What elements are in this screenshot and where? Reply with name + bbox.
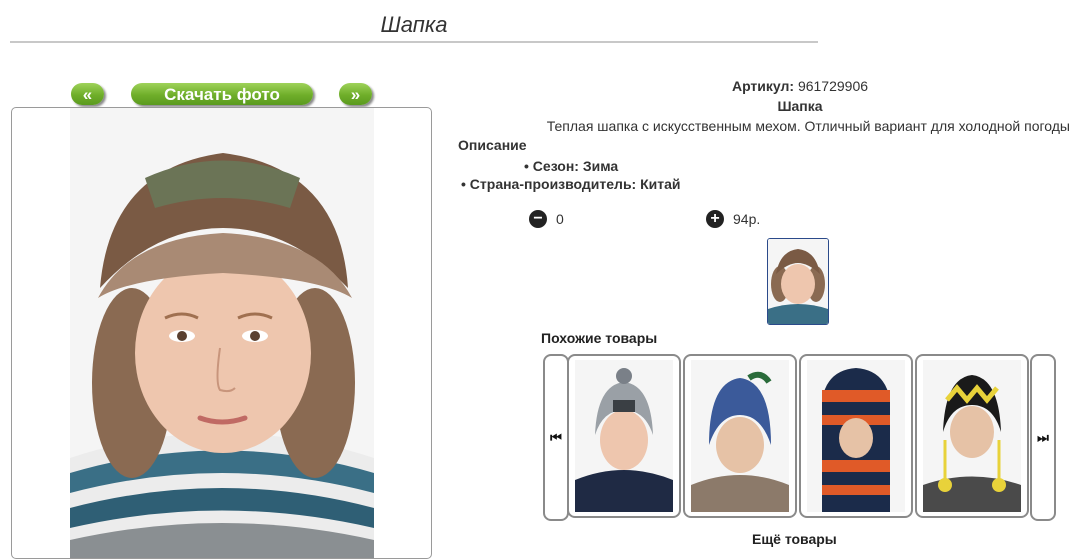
more-products-title: Ещё товары [752, 531, 837, 547]
product-price: 94р. [733, 211, 761, 227]
minus-icon[interactable]: − [529, 210, 547, 228]
similar-product-card[interactable] [915, 354, 1029, 518]
similar-product-card[interactable] [799, 354, 913, 518]
gray-hat-image [575, 360, 673, 512]
similar-product-card[interactable] [683, 354, 797, 518]
carousel-prev-button[interactable]: ⏮ [543, 354, 569, 521]
next-photo-button[interactable]: » [339, 83, 372, 105]
blue-hat-image [691, 360, 789, 512]
title-divider [10, 41, 818, 43]
pompom-hat-image [923, 360, 1021, 512]
similar-products-title: Похожие товары [541, 330, 658, 346]
skip-forward-icon: ⏭ [1037, 430, 1049, 445]
product-sku: Артикул: 961729906 [700, 78, 900, 94]
similar-product-card[interactable] [567, 354, 681, 518]
product-description: Теплая шапка с искусственным мехом. Отли… [546, 118, 1070, 134]
page-title: Шапка [380, 12, 448, 37]
product-photo-frame [11, 107, 432, 559]
description-label: Описание [458, 137, 527, 153]
carousel-next-button[interactable]: ⏭ [1030, 354, 1056, 521]
attribute-country-text: Страна-производитель: Китай [469, 176, 681, 192]
plus-icon[interactable]: + [706, 210, 724, 228]
download-photo-button[interactable]: Скачать фото [131, 83, 313, 105]
similar-product-image [807, 360, 905, 512]
attribute-season: • Сезон: Зима [524, 158, 619, 174]
similar-product-image [923, 360, 1021, 512]
thumbnail-image [768, 239, 828, 324]
attribute-country: • Страна-производитель: Китай [461, 176, 681, 192]
similar-product-image [575, 360, 673, 512]
attribute-season-text: Сезон: Зима [532, 158, 619, 174]
prev-photo-button[interactable]: « [71, 83, 104, 105]
photo-thumbnail[interactable] [767, 238, 829, 325]
sku-label: Артикул: [731, 78, 795, 94]
quantity-value: 0 [556, 211, 564, 227]
skip-back-icon: ⏮ [550, 430, 562, 445]
product-name: Шапка [777, 98, 823, 114]
boy-in-fur-hat-image [70, 108, 374, 558]
striped-balaclava-image [807, 360, 905, 512]
product-photo[interactable] [70, 108, 374, 558]
similar-product-image [691, 360, 789, 512]
sku-value: 961729906 [797, 78, 869, 94]
